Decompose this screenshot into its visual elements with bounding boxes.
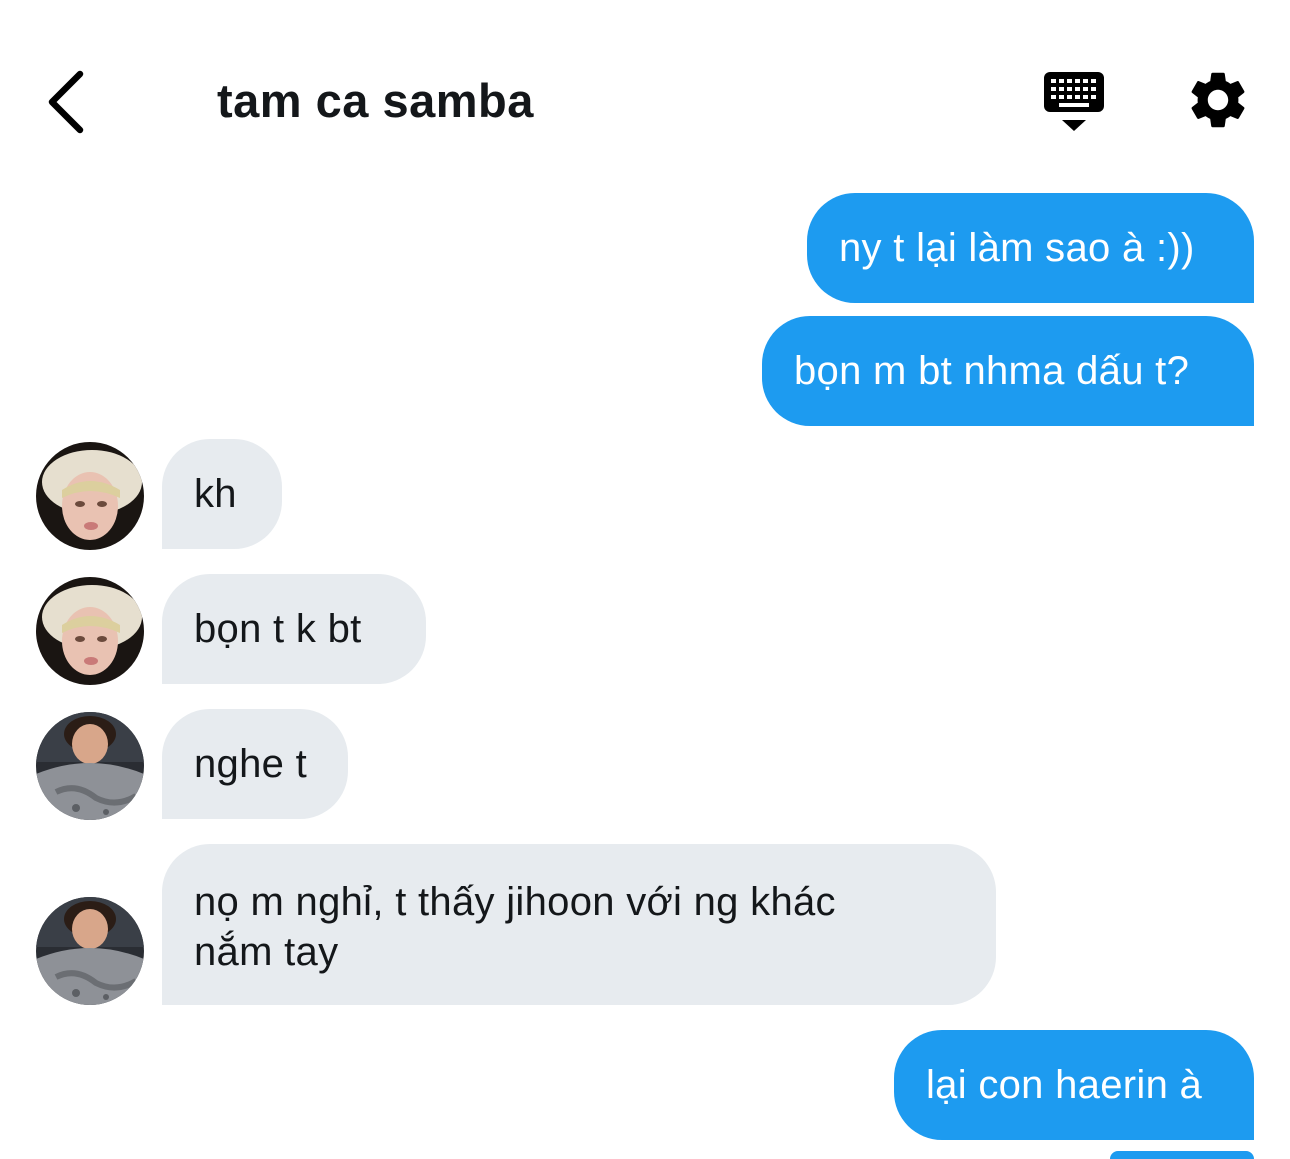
message-text: nghe t	[194, 742, 308, 786]
settings-button[interactable]	[1184, 66, 1252, 134]
message-text: bọn m bt nhma dấu t?	[794, 349, 1190, 393]
avatar-blonde-cap[interactable]	[36, 577, 144, 685]
back-button[interactable]	[38, 62, 98, 142]
message-text: ny t lại làm sao à :))	[839, 226, 1195, 270]
message-text: bọn t k bt	[194, 607, 362, 651]
message-incoming[interactable]: nọ m nghỉ, t thấy jihoon với ng khác nắm…	[162, 844, 996, 1005]
message-text: nọ m nghỉ, t thấy jihoon với ng khác nắm…	[194, 879, 836, 974]
chevron-left-icon	[48, 70, 84, 134]
conversation-header: tam ca samba	[0, 0, 1290, 170]
message-outgoing[interactable]: bọn m bt nhma dấu t?	[762, 316, 1254, 426]
avatar-dark-hair[interactable]	[36, 897, 144, 1005]
message-text: kh	[194, 472, 237, 516]
message-incoming[interactable]: nghe t	[162, 709, 348, 819]
message-outgoing[interactable]: lại con haerin à	[894, 1030, 1254, 1140]
keyboard-toggle-button[interactable]	[1040, 68, 1108, 136]
message-incoming[interactable]: kh	[162, 439, 282, 549]
avatar-dark-hair[interactable]	[36, 712, 144, 820]
message-text: lại con haerin à	[926, 1063, 1203, 1107]
gear-icon	[1191, 72, 1245, 128]
message-outgoing-partial[interactable]	[1110, 1151, 1254, 1159]
avatar-blonde-cap[interactable]	[36, 442, 144, 550]
keyboard-icon	[1044, 72, 1104, 131]
message-outgoing[interactable]: ny t lại làm sao à :))	[807, 193, 1254, 303]
conversation-title[interactable]: tam ca samba	[217, 70, 534, 132]
message-incoming[interactable]: bọn t k bt	[162, 574, 426, 684]
